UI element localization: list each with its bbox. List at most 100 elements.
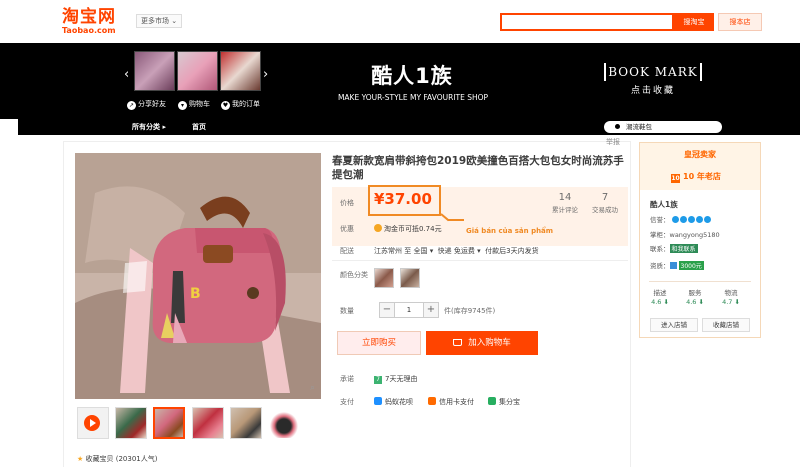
banner-thumb[interactable] [177,51,218,91]
promise-label: 承诺 [340,375,354,383]
deposit-badge[interactable]: 3000元 [678,261,704,270]
search-input[interactable] [500,13,674,31]
handbag-photo: B [75,153,321,399]
qty-increase-button[interactable]: + [423,302,439,318]
nav-home[interactable]: 首页 [192,122,206,132]
annotation-arrow [448,219,464,221]
chevron-right-icon[interactable]: › [263,67,268,82]
enter-shop-button[interactable]: 进入店铺 [650,318,698,332]
reviews-stat[interactable]: 14 累计评论 [545,192,585,214]
payment-credit-card-label: 信用卡支付 [439,398,474,406]
color-option[interactable] [400,268,420,288]
diamond-icons [671,216,712,224]
product-main-image[interactable]: B ⌕ [75,153,321,399]
shop-title: 酷人1族 [371,64,453,88]
shop-search-input[interactable]: 潮流鞋包 [604,121,722,133]
triangle-right-icon: ▸ [162,123,166,131]
market-dropdown[interactable]: 更多市场 ⌄ [136,14,183,28]
seller-card: 皇冠卖家 10 10 年老店 [639,142,761,338]
ship-to-label: 全国 [413,247,428,255]
color-label: 颜色分类 [340,271,368,279]
play-icon [84,415,100,431]
nav-all-categories[interactable]: 所有分类 ▸ [132,122,166,132]
gallery-thumb[interactable] [230,407,262,439]
score-logistics: 物流 4.7 ⬇ [713,287,749,306]
score-value: 4.7 ⬇ [722,298,740,306]
shop-name[interactable]: 酷人1族 [650,199,678,210]
score-label: 物流 [724,289,738,297]
payment-jifenbao[interactable]: 集分宝 [488,397,520,407]
bookmark-label[interactable]: 点击收藏 [604,83,702,96]
payment-huabei[interactable]: 蚂蚁花呗 [374,397,413,407]
product-title: 春夏新款宽肩带斜挎包2019欧美撞色百搭大包包女时尚流苏手提包潮 [332,155,624,181]
old-shop-label: 10 年老店 [683,172,721,181]
promo-text: 淘金币可抵0.74元 [374,224,442,234]
shop-banner: ‹ › ↗ 分享好友 ▾ 购物车 ♥ 我的订单 酷人1族 MAKE YOUR-STYL… [0,43,800,119]
divider [332,260,628,261]
promo-label: 优惠 [340,225,354,233]
price-annotation: Giá bán của sản phẩm [466,227,554,235]
credit-card-icon [428,397,436,405]
quantity-input[interactable]: 1 [395,302,423,318]
reviews-label: 累计评论 [552,206,578,214]
sales-stat: 7 交易成功 [585,192,625,214]
market-label: 更多市场 [141,17,169,25]
credit-row: 信誉： [650,214,712,224]
owner-name[interactable]: wangyong5180 [670,231,720,239]
search-taobao-button[interactable]: 搜淘宝 [674,13,714,31]
payment-credit-card[interactable]: 信用卡支付 [428,397,474,407]
color-option[interactable] [374,268,394,288]
owner-label: 掌柜： [650,231,670,239]
shop-search-value: 潮流鞋包 [626,123,652,131]
banner-thumb[interactable] [220,51,261,91]
score-value: 4.6 ⬇ [651,298,669,306]
ship-from: 江苏常州 至 [374,247,412,255]
gallery-thumb[interactable] [115,407,147,439]
bookmark-button[interactable]: BOOK MARK [604,63,702,81]
payment-jifenbao-label: 集分宝 [499,398,520,406]
score-number: 4.6 [651,298,662,306]
top-bar: 淘宝网 Taobao.com 更多市场 ⌄ 搜淘宝 搜本店 [0,0,800,43]
contact-seller-button[interactable]: 和我联系 [669,244,698,253]
taobao-logo[interactable]: 淘宝网 Taobao.com [62,9,116,35]
video-thumb[interactable] [77,407,109,439]
coin-icon [374,224,382,232]
qual-label: 资质： [650,262,670,270]
cart-icon: ▾ [178,101,187,110]
score-number: 4.7 [722,298,733,306]
pay-label: 支付 [340,398,354,406]
search-icon[interactable]: ⌕ [310,383,315,393]
logo-cn: 淘宝网 [62,7,116,27]
score-value: 4.6 ⬇ [686,298,704,306]
gallery-thumb-active[interactable] [153,407,185,439]
promise-text: 7天无理由 [385,375,418,383]
share-tool[interactable]: ↗ 分享好友 [127,99,166,110]
favorite-label: 收藏宝贝 (20301人气) [85,455,158,463]
orders-tool[interactable]: ♥ 我的订单 [221,99,260,110]
add-cart-label: 加入购物车 [468,338,511,348]
banner-thumb[interactable] [134,51,175,91]
gallery-thumb[interactable] [192,407,224,439]
ship-to-dropdown[interactable]: 全国 ▾ [413,247,433,255]
favorite-item[interactable]: ★ 收藏宝贝 (20301人气) [77,454,157,464]
credit-label: 信誉： [650,216,670,224]
chevron-left-icon[interactable]: ‹ [124,67,129,82]
contact-label: 联系： [650,245,670,253]
buy-now-button[interactable]: 立即购买 [337,331,421,355]
qty-decrease-button[interactable]: − [379,302,395,318]
search-icon [615,124,620,129]
ship-fee-dropdown[interactable]: 快递 免运费 ▾ [438,247,481,255]
search-shop-button[interactable]: 搜本店 [718,13,762,31]
gallery-thumb[interactable] [268,407,300,439]
promise-item[interactable]: 7 7天无理由 [374,374,417,384]
ship-label: 配送 [340,247,354,255]
score-service: 服务 4.6 ⬇ [677,287,713,306]
payment-huabei-label: 蚂蚁花呗 [385,398,413,406]
report-link[interactable]: 举报 [606,137,620,147]
cart-icon [453,339,463,346]
cart-tool[interactable]: ▾ 购物车 [178,99,210,110]
ship-fee-label: 快递 免运费 [437,247,475,255]
cart-label: 购物车 [189,100,210,108]
favorite-shop-button[interactable]: 收藏店铺 [702,318,750,332]
add-to-cart-button[interactable]: 加入购物车 [426,331,538,355]
